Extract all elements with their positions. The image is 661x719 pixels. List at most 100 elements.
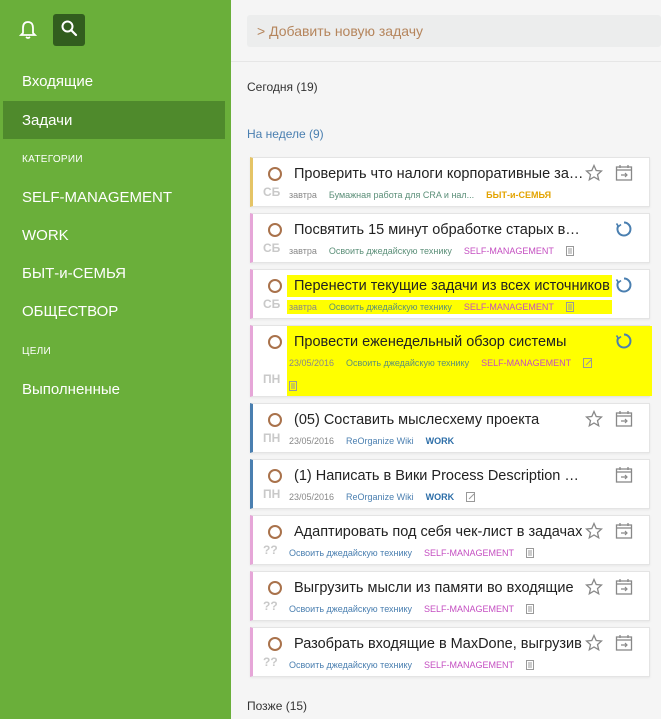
group-week[interactable]: На неделе (9) <box>247 127 324 141</box>
note-icon[interactable] <box>565 302 574 312</box>
task-category[interactable]: SELF-MANAGEMENT <box>481 358 571 368</box>
task-meta: Освоить джедайскую технику SELF-MANAGEME… <box>289 546 535 560</box>
task-day: СБ <box>263 297 281 311</box>
complete-checkbox[interactable] <box>268 581 282 595</box>
task-project[interactable]: Освоить джедайскую технику <box>289 548 412 558</box>
task-title[interactable]: Перенести текущие задачи из всех источни… <box>287 275 612 297</box>
repeat-icon[interactable] <box>615 276 633 294</box>
task-title[interactable]: Посвятить 15 минут обработке старых вход… <box>294 219 584 241</box>
task-meta: 23/05/2016 ReOrganize Wiki WORK <box>289 490 476 504</box>
task-meta: завтра Освоить джедайскую технику SELF-M… <box>287 300 612 314</box>
task-project[interactable]: ReOrganize Wiki <box>346 492 414 502</box>
note-icon[interactable] <box>526 604 535 614</box>
task-title[interactable]: (05) Составить мыслесхему проекта <box>294 409 584 431</box>
divider <box>231 61 661 62</box>
nav-done[interactable]: Выполненные <box>0 370 231 408</box>
task-meta: 23/05/2016 ReOrganize Wiki WORK <box>289 434 454 448</box>
task-day: СБ <box>263 241 281 255</box>
complete-checkbox[interactable] <box>268 167 282 181</box>
complete-checkbox[interactable] <box>268 637 282 651</box>
task-row[interactable]: Перенести текущие задачи из всех источни… <box>250 269 650 319</box>
task-row[interactable]: Разобрать входящие в MaxDone, выгрузив ?… <box>250 627 650 677</box>
task-day: ?? <box>263 655 278 669</box>
task-category[interactable]: SELF-MANAGEMENT <box>424 548 514 558</box>
category-byt-i-semya[interactable]: БЫТ-и-СЕМЬЯ <box>0 254 231 292</box>
category-label: SELF-MANAGEMENT <box>22 188 173 206</box>
add-task-placeholder: > Добавить новую задачу <box>257 23 424 39</box>
task-row[interactable]: (1) Написать в Вики Process Description … <box>250 459 650 509</box>
complete-checkbox[interactable] <box>268 223 282 237</box>
task-title[interactable]: Проверить что налоги корпоративные запла <box>294 163 584 185</box>
group-today[interactable]: Сегодня (19) <box>247 80 318 94</box>
calendar-move-icon[interactable] <box>615 164 633 182</box>
task-project[interactable]: Освоить джедайскую технику <box>289 604 412 614</box>
task-project[interactable]: Освоить джедайскую технику <box>329 246 452 256</box>
task-title[interactable]: Провести еженедельный обзор системы <box>294 331 614 353</box>
task-title[interactable]: Выгрузить мысли из памяти во входящие <box>294 577 584 599</box>
task-day: ПН <box>263 431 281 445</box>
task-row[interactable]: Проверить что налоги корпоративные запла… <box>250 157 650 207</box>
category-label: БЫТ-и-СЕМЬЯ <box>22 264 126 282</box>
task-meta: Освоить джедайскую технику SELF-MANAGEME… <box>289 658 535 672</box>
task-title[interactable]: (1) Написать в Вики Process Description … <box>294 465 584 487</box>
complete-checkbox[interactable] <box>268 335 282 349</box>
calendar-move-icon[interactable] <box>615 466 633 484</box>
complete-checkbox[interactable] <box>268 525 282 539</box>
star-icon[interactable] <box>584 409 604 428</box>
task-project[interactable]: Освоить джедайскую технику <box>346 358 469 368</box>
task-category[interactable]: WORK <box>426 436 455 446</box>
task-category[interactable]: SELF-MANAGEMENT <box>424 660 514 670</box>
edit-icon[interactable] <box>466 492 476 502</box>
star-icon[interactable] <box>584 577 604 596</box>
task-category[interactable]: SELF-MANAGEMENT <box>464 302 554 312</box>
star-icon[interactable] <box>584 163 604 182</box>
add-task-input[interactable]: > Добавить новую задачу <box>247 15 661 47</box>
task-row[interactable]: (05) Составить мыслесхему проекта ПН 23/… <box>250 403 650 453</box>
task-category[interactable]: SELF-MANAGEMENT <box>464 246 554 256</box>
task-day: ?? <box>263 543 278 557</box>
edit-icon[interactable] <box>583 358 593 368</box>
nav-inbox[interactable]: Входящие <box>0 62 231 100</box>
star-icon[interactable] <box>584 633 604 652</box>
task-project[interactable]: ReOrganize Wiki <box>346 436 414 446</box>
task-row[interactable]: Адаптировать под себя чек-лист в задачах… <box>250 515 650 565</box>
calendar-move-icon[interactable] <box>615 578 633 596</box>
task-project[interactable]: Бумажная работа для CRA и нал... <box>329 190 474 200</box>
nav-tasks[interactable]: Задачи <box>3 101 225 139</box>
task-date: 23/05/2016 <box>289 492 335 502</box>
note-icon[interactable] <box>526 548 535 558</box>
task-meta: завтра Освоить джедайскую технику SELF-M… <box>289 244 574 258</box>
task-project[interactable]: Освоить джедайскую технику <box>289 660 412 670</box>
calendar-move-icon[interactable] <box>615 522 633 540</box>
note-icon[interactable] <box>526 660 535 670</box>
task-row[interactable]: Провести еженедельный обзор системы ПН 2… <box>250 325 652 397</box>
task-title[interactable]: Адаптировать под себя чек-лист в задачах <box>294 521 584 543</box>
category-obshchestvor[interactable]: ОБЩЕСТВОР <box>0 292 231 330</box>
task-category[interactable]: SELF-MANAGEMENT <box>424 604 514 614</box>
task-project[interactable]: Освоить джедайскую технику <box>329 302 452 312</box>
calendar-move-icon[interactable] <box>615 410 633 428</box>
complete-checkbox[interactable] <box>268 469 282 483</box>
category-label: WORK <box>22 226 69 244</box>
star-icon[interactable] <box>584 521 604 540</box>
sidebar: Входящие Задачи КАТЕГОРИИ SELF-MANAGEMEN… <box>0 0 231 719</box>
note-icon[interactable] <box>565 246 574 256</box>
repeat-icon[interactable] <box>615 332 633 350</box>
category-self-management[interactable]: SELF-MANAGEMENT <box>0 178 231 216</box>
category-work[interactable]: WORK <box>0 216 231 254</box>
task-row[interactable]: Посвятить 15 минут обработке старых вход… <box>250 213 650 263</box>
note-icon[interactable] <box>289 378 297 391</box>
bell-icon[interactable] <box>15 16 41 44</box>
task-date: завтра <box>289 302 317 312</box>
task-category[interactable]: БЫТ-и-СЕМЬЯ <box>486 190 551 200</box>
search-button[interactable] <box>53 14 85 46</box>
complete-checkbox[interactable] <box>268 279 282 293</box>
task-row[interactable]: Выгрузить мысли из памяти во входящие ??… <box>250 571 650 621</box>
calendar-move-icon[interactable] <box>615 634 633 652</box>
task-date: завтра <box>289 246 317 256</box>
group-later[interactable]: Позже (15) <box>247 699 307 713</box>
repeat-icon[interactable] <box>615 220 633 238</box>
complete-checkbox[interactable] <box>268 413 282 427</box>
task-title[interactable]: Разобрать входящие в MaxDone, выгрузив <box>294 633 584 655</box>
task-category[interactable]: WORK <box>426 492 455 502</box>
